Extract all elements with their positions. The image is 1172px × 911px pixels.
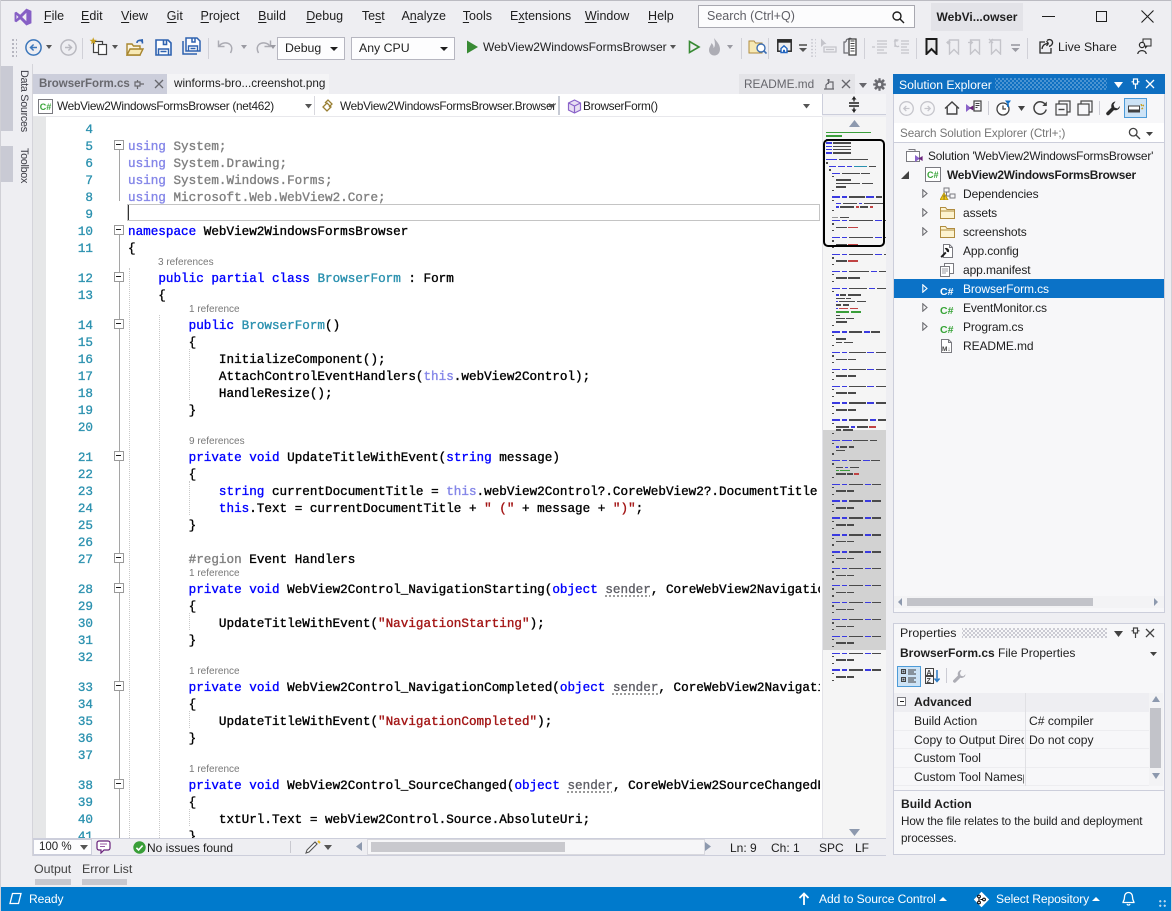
svg-text:Z: Z <box>927 678 932 684</box>
svg-text:M↓: M↓ <box>942 346 951 353</box>
svg-text:C#: C# <box>927 170 939 180</box>
svg-text:A: A <box>927 670 932 677</box>
